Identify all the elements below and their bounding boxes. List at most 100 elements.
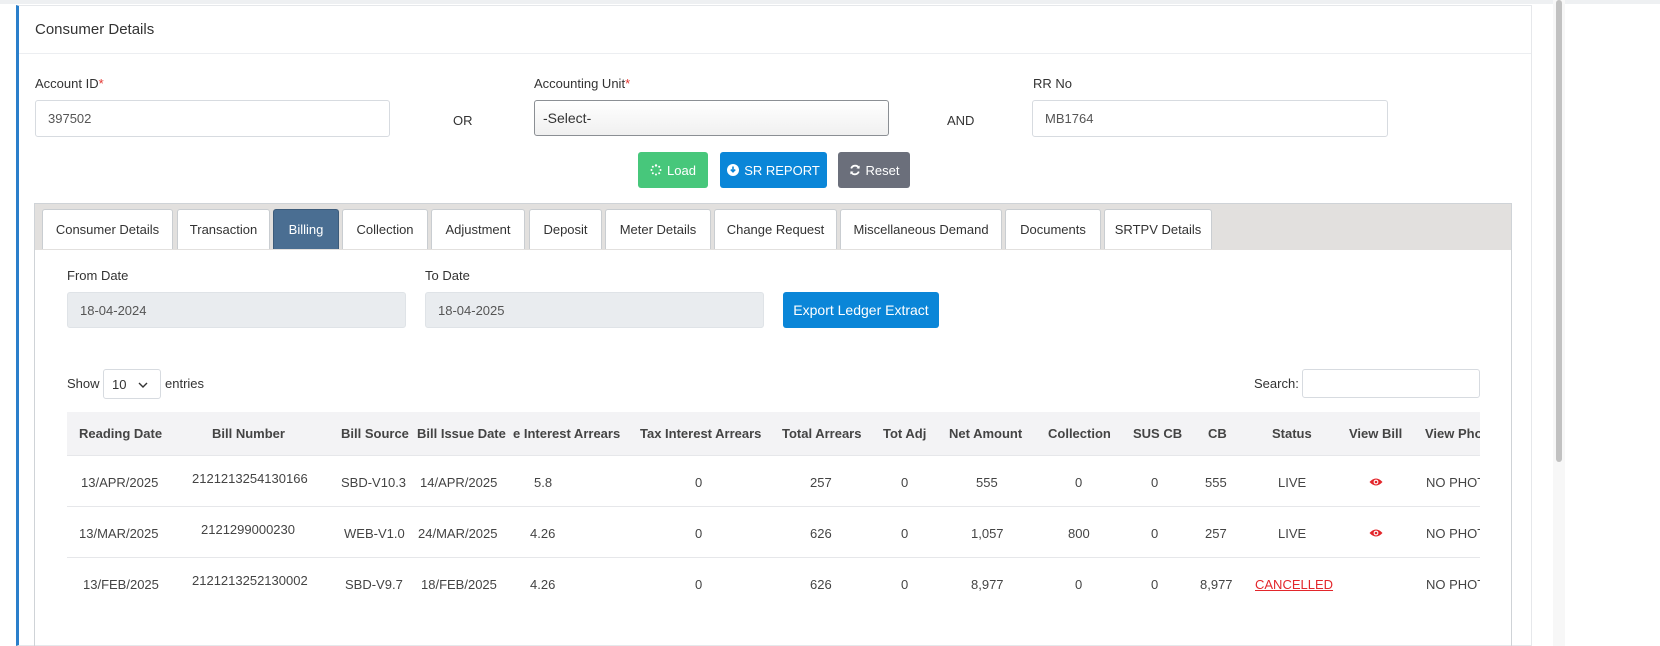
cell-tax-interest-arrears: 0	[695, 577, 703, 592]
tab-deposit[interactable]: Deposit	[529, 209, 602, 249]
cell-view-photo: NO PHOT	[1426, 577, 1480, 592]
sr-report-button[interactable]: SR REPORT	[720, 152, 827, 188]
cell-reading-date: 13/FEB/2025	[83, 577, 159, 592]
accounting-unit-label: Accounting Unit*	[534, 76, 631, 91]
tab-miscellaneous-demand[interactable]: Miscellaneous Demand	[840, 209, 1002, 249]
tab-consumer-details[interactable]: Consumer Details	[42, 209, 173, 249]
cell-sus-cb: 0	[1151, 526, 1159, 541]
cell-view-photo: NO PHOT	[1426, 526, 1480, 541]
tab-documents[interactable]: Documents	[1005, 209, 1101, 249]
cell-interest-arrears: 4.26	[530, 526, 556, 541]
cell-bill-issue-date: 14/APR/2025	[420, 475, 498, 490]
cell-net-amount: 1,057	[971, 526, 1004, 541]
card-title: Consumer Details	[35, 21, 155, 38]
col-reading-date[interactable]: Reading Date	[79, 412, 162, 455]
cell-view-photo: NO PHOT	[1426, 475, 1480, 490]
spinner-icon	[650, 164, 662, 176]
show-label: Show	[67, 376, 100, 391]
from-date-input[interactable]: 18-04-2024	[67, 292, 406, 328]
col-total-arrears[interactable]: Total Arrears	[782, 412, 861, 455]
cell-tot-adj: 0	[901, 577, 909, 592]
col-sus-cb[interactable]: SUS CB	[1133, 412, 1182, 455]
tab-meter-details[interactable]: Meter Details	[605, 209, 711, 249]
accounting-unit-select[interactable]: -Select-	[534, 100, 889, 136]
cell-bill-source: SBD-V10.3	[341, 475, 407, 490]
cell-bill-source: WEB-V1.0	[344, 526, 405, 541]
col-tot-adj[interactable]: Tot Adj	[883, 412, 926, 455]
cell-tot-adj: 0	[901, 526, 909, 541]
table-row: 13/APR/2025 2121213254130166 SBD-V10.3 1…	[67, 455, 1480, 506]
table-header: Reading Date Bill Number Bill Source Bil…	[67, 412, 1480, 455]
cell-collection: 0	[1075, 577, 1083, 592]
eye-icon[interactable]	[1369, 528, 1383, 538]
col-status[interactable]: Status	[1272, 412, 1312, 455]
cell-total-arrears: 626	[810, 526, 832, 541]
col-cb[interactable]: CB	[1208, 412, 1227, 455]
col-net-amount[interactable]: Net Amount	[949, 412, 1022, 455]
cell-interest-arrears: 4.26	[530, 577, 556, 592]
page-scrollbar[interactable]	[1553, 0, 1565, 646]
cell-cb: 8,977	[1200, 577, 1233, 592]
export-ledger-button[interactable]: Export Ledger Extract	[783, 292, 939, 328]
cell-status: LIVE	[1278, 526, 1307, 541]
cell-collection: 0	[1075, 475, 1083, 490]
account-id-input[interactable]: 397502	[35, 100, 390, 137]
cell-tot-adj: 0	[901, 475, 909, 490]
card-header: Consumer Details	[19, 6, 1531, 54]
cell-bill-source: SBD-V9.7	[345, 577, 403, 592]
tab-collection[interactable]: Collection	[342, 209, 428, 249]
billing-table: Reading Date Bill Number Bill Source Bil…	[67, 412, 1480, 646]
eye-icon[interactable]	[1369, 477, 1383, 487]
download-circle-icon	[727, 164, 740, 176]
top-strip	[0, 0, 1660, 4]
cell-sus-cb: 0	[1151, 577, 1159, 592]
reset-button[interactable]: Reset	[838, 152, 910, 188]
cell-status-cancelled-link[interactable]: CANCELLED	[1255, 577, 1333, 592]
from-date-label: From Date	[67, 268, 129, 283]
col-bill-number[interactable]: Bill Number	[212, 412, 285, 455]
rr-no-label: RR No	[1033, 76, 1073, 91]
cell-tax-interest-arrears: 0	[695, 475, 703, 490]
cell-total-arrears: 626	[810, 577, 832, 592]
entries-select[interactable]: 10	[103, 369, 161, 399]
col-bill-source[interactable]: Bill Source	[341, 412, 409, 455]
tab-bar: Consumer Details Transaction Billing Col…	[35, 204, 1511, 250]
cell-net-amount: 8,977	[971, 577, 1004, 592]
col-interest-arrears[interactable]: e Interest Arrears	[513, 412, 620, 455]
tab-srtpv-details[interactable]: SRTPV Details	[1104, 209, 1212, 249]
and-text: AND	[947, 113, 975, 128]
or-text: OR	[453, 113, 473, 128]
col-collection[interactable]: Collection	[1048, 412, 1111, 455]
table-search-input[interactable]	[1302, 369, 1480, 398]
cell-collection: 800	[1068, 526, 1090, 541]
tab-billing[interactable]: Billing	[273, 209, 339, 249]
rr-no-input[interactable]: MB1764	[1032, 100, 1388, 137]
table-row: 13/MAR/2025 2121299000230 WEB-V1.0 24/MA…	[67, 506, 1480, 557]
col-bill-issue-date[interactable]: Bill Issue Date	[417, 412, 506, 455]
col-tax-interest-arrears[interactable]: Tax Interest Arrears	[640, 412, 761, 455]
scrollbar-thumb[interactable]	[1556, 0, 1562, 462]
cell-status: LIVE	[1278, 475, 1307, 490]
chevron-down-icon	[138, 382, 148, 388]
load-button[interactable]: Load	[638, 152, 708, 188]
col-view-bill[interactable]: View Bill	[1349, 412, 1402, 455]
cell-bill-number: 2121299000230	[201, 522, 295, 537]
to-date-label: To Date	[425, 268, 470, 283]
cell-bill-number: 2121213252130002	[192, 573, 308, 588]
search-label: Search:	[1254, 376, 1299, 391]
tab-adjustment[interactable]: Adjustment	[431, 209, 525, 249]
cell-sus-cb: 0	[1151, 475, 1159, 490]
cell-cb: 555	[1205, 475, 1227, 490]
cell-cb: 257	[1205, 526, 1227, 541]
cell-reading-date: 13/APR/2025	[81, 475, 159, 490]
col-view-photo[interactable]: View Pho	[1425, 412, 1480, 455]
to-date-input[interactable]: 18-04-2025	[425, 292, 764, 328]
tab-transaction[interactable]: Transaction	[177, 209, 270, 249]
cell-total-arrears: 257	[810, 475, 832, 490]
tab-change-request[interactable]: Change Request	[714, 209, 837, 249]
entries-label: entries	[165, 376, 205, 391]
account-id-label: Account ID*	[35, 76, 104, 91]
table-row: 13/FEB/2025 2121213252130002 SBD-V9.7 18…	[67, 557, 1480, 608]
cell-net-amount: 555	[976, 475, 998, 490]
cell-bill-issue-date: 18/FEB/2025	[421, 577, 497, 592]
